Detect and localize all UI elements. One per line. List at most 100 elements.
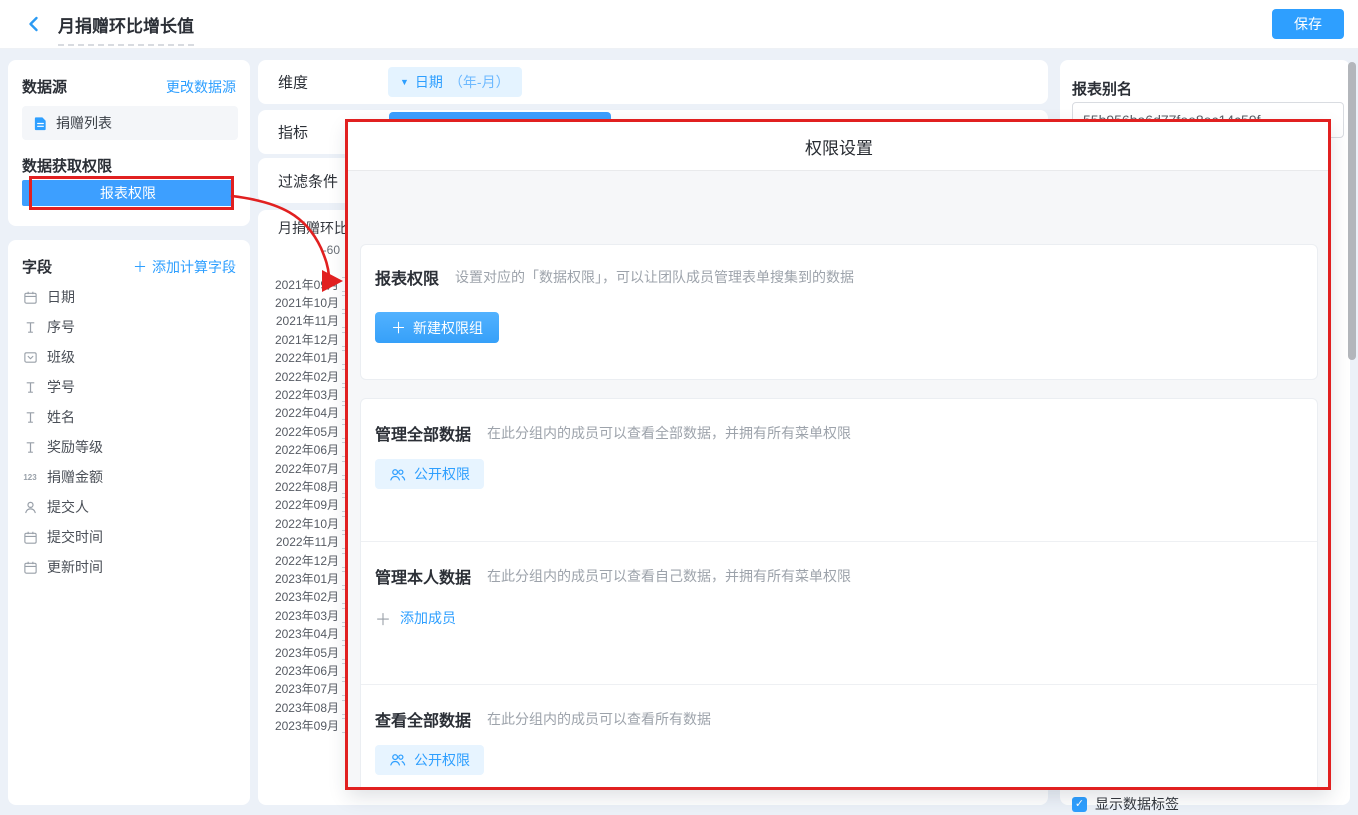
page-title[interactable]: 月捐赠环比增长值 [58, 12, 194, 46]
calendar-icon [22, 559, 38, 575]
field-item-10[interactable]: 更新时间 [22, 552, 242, 582]
dimension-granularity: （年-月） [449, 72, 510, 92]
dimension-field: 日期 [415, 72, 443, 92]
field-label: 学号 [47, 377, 75, 397]
axis-date-label: 2021年12月 [260, 330, 348, 348]
axis-date-label: 2022年02月 [260, 367, 348, 385]
group-title: 查看全部数据 [375, 707, 471, 731]
dimension-label: 维度 [278, 72, 308, 93]
public-permission-label: 公开权限 [414, 464, 470, 484]
change-datasource-link[interactable]: 更改数据源 [166, 77, 236, 97]
permission-modal: 权限设置 报表权限 设置对应的「数据权限」，可以让团队成员管理表单搜集到的数据 … [348, 122, 1330, 790]
group-title: 管理全部数据 [375, 421, 471, 445]
dimension-row: 维度 ▼ 日期 （年-月） [258, 60, 1048, 104]
axis-date-label: 2023年05月 [260, 643, 348, 661]
back-icon[interactable] [24, 14, 44, 34]
fields-title: 字段 [22, 256, 52, 277]
axis-date-label: 2023年08月 [260, 698, 348, 716]
save-button[interactable]: 保存 [1272, 9, 1344, 39]
field-item-7[interactable]: 123 捐赠金额 [22, 462, 242, 492]
group-title: 管理本人数据 [375, 564, 471, 588]
axis-date-label: 2023年09月 [260, 716, 348, 734]
new-permission-group-button[interactable]: ＋ 新建权限组 [375, 312, 499, 343]
datasource-name: 捐赠列表 [56, 113, 112, 133]
field-label: 班级 [47, 347, 75, 367]
permission-groups-card: 管理全部数据在此分组内的成员可以查看全部数据，并拥有所有菜单权限公开权限管理本人… [360, 398, 1318, 790]
field-item-1[interactable]: 日期 [22, 282, 242, 312]
field-item-2[interactable]: 序号 [22, 312, 242, 342]
plus-icon: ＋ [375, 606, 391, 630]
field-item-9[interactable]: 提交时间 [22, 522, 242, 552]
calendar-icon [22, 529, 38, 545]
public-permission-pill[interactable]: 公开权限 [375, 745, 484, 775]
field-label: 奖励等级 [47, 437, 103, 457]
datasource-title: 数据源 [22, 76, 67, 97]
field-label: 日期 [47, 287, 75, 307]
document-icon [32, 115, 48, 131]
axis-date-label: 2022年05月 [260, 422, 348, 440]
modal-title: 权限设置 [348, 122, 1330, 171]
group-desc: 在此分组内的成员可以查看所有数据 [487, 709, 711, 729]
field-item-6[interactable]: 奖励等级 [22, 432, 242, 462]
field-item-8[interactable]: 提交人 [22, 492, 242, 522]
field-label: 提交时间 [47, 527, 103, 547]
plus-icon: ＋ [133, 257, 147, 277]
axis-date-label: 2022年03月 [260, 385, 348, 403]
axis-date-label: 2022年04月 [260, 404, 348, 422]
scrollbar-thumb[interactable] [1348, 62, 1356, 360]
checkbox-checked-icon[interactable]: ✓ [1072, 797, 1087, 812]
text-icon [22, 379, 38, 395]
text-icon [22, 439, 38, 455]
chart-date-axis: 2021年09月2021年10月2021年11月2021年12月2022年01月… [260, 275, 348, 735]
axis-date-label: 2022年08月 [260, 477, 348, 495]
show-data-label-row: ✓ 显示数据标签 [1072, 794, 1179, 814]
dimension-tag[interactable]: ▼ 日期 （年-月） [388, 67, 522, 97]
people-icon [389, 752, 406, 767]
add-member-link[interactable]: ＋ 添加成员 [375, 606, 456, 630]
add-member-label: 添加成员 [400, 608, 456, 628]
report-permission-section-title: 报表权限 [375, 265, 439, 289]
field-label: 提交人 [47, 497, 89, 517]
calendar-icon [22, 289, 38, 305]
field-label: 更新时间 [47, 557, 103, 577]
axis-date-label: 2023年03月 [260, 606, 348, 624]
person-icon [22, 499, 38, 515]
field-label: 捐赠金额 [47, 467, 103, 487]
permission-group-section-3: 查看全部数据在此分组内的成员可以查看所有数据公开权限 [361, 684, 1317, 790]
text-icon [22, 319, 38, 335]
caret-down-icon: ▼ [400, 77, 409, 87]
axis-date-label: 2022年12月 [260, 551, 348, 569]
fields-panel: 字段 ＋ 添加计算字段 日期序号班级学号姓名奖励等级 123 捐赠金额提交人提交时间… [8, 240, 250, 805]
datasource-panel: 数据源 更改数据源 捐赠列表 数据获取权限 报表权限 [8, 60, 250, 226]
field-item-5[interactable]: 姓名 [22, 402, 242, 432]
show-data-label-text: 显示数据标签 [1095, 794, 1179, 814]
axis-date-label: 2022年07月 [260, 459, 348, 477]
people-icon [389, 467, 406, 482]
axis-date-label: 2022年10月 [260, 514, 348, 532]
number-icon: 123 [22, 469, 38, 485]
public-permission-label: 公开权限 [414, 750, 470, 770]
data-permission-title: 数据获取权限 [22, 155, 112, 176]
axis-date-label: 2023年06月 [260, 661, 348, 679]
datasource-item[interactable]: 捐赠列表 [22, 106, 238, 140]
axis-date-label: 2021年09月 [260, 275, 348, 293]
axis-date-label: 2021年11月 [260, 312, 348, 330]
field-list: 日期序号班级学号姓名奖励等级 123 捐赠金额提交人提交时间更新时间 [22, 282, 242, 582]
permission-group-section-2: 管理本人数据在此分组内的成员可以查看自己数据，并拥有所有菜单权限＋添加成员 [361, 541, 1317, 683]
axis-date-label: 2022年01月 [260, 349, 348, 367]
text-icon [22, 409, 38, 425]
report-permission-button[interactable]: 报表权限 [22, 180, 234, 206]
field-label: 序号 [47, 317, 75, 337]
add-calc-field-link[interactable]: ＋ 添加计算字段 [133, 257, 236, 277]
axis-date-label: 2023年02月 [260, 588, 348, 606]
axis-date-label: 2023年04月 [260, 624, 348, 642]
report-permission-card: 报表权限 设置对应的「数据权限」，可以让团队成员管理表单搜集到的数据 ＋ 新建权… [360, 244, 1318, 380]
axis-date-label: 2022年11月 [260, 532, 348, 550]
group-desc: 在此分组内的成员可以查看全部数据，并拥有所有菜单权限 [487, 423, 851, 443]
public-permission-pill[interactable]: 公开权限 [375, 459, 484, 489]
axis-date-label: 2023年01月 [260, 569, 348, 587]
metric-label: 指标 [278, 122, 308, 143]
axis-date-label: 2021年10月 [260, 293, 348, 311]
field-item-3[interactable]: 班级 [22, 342, 242, 372]
field-item-4[interactable]: 学号 [22, 372, 242, 402]
